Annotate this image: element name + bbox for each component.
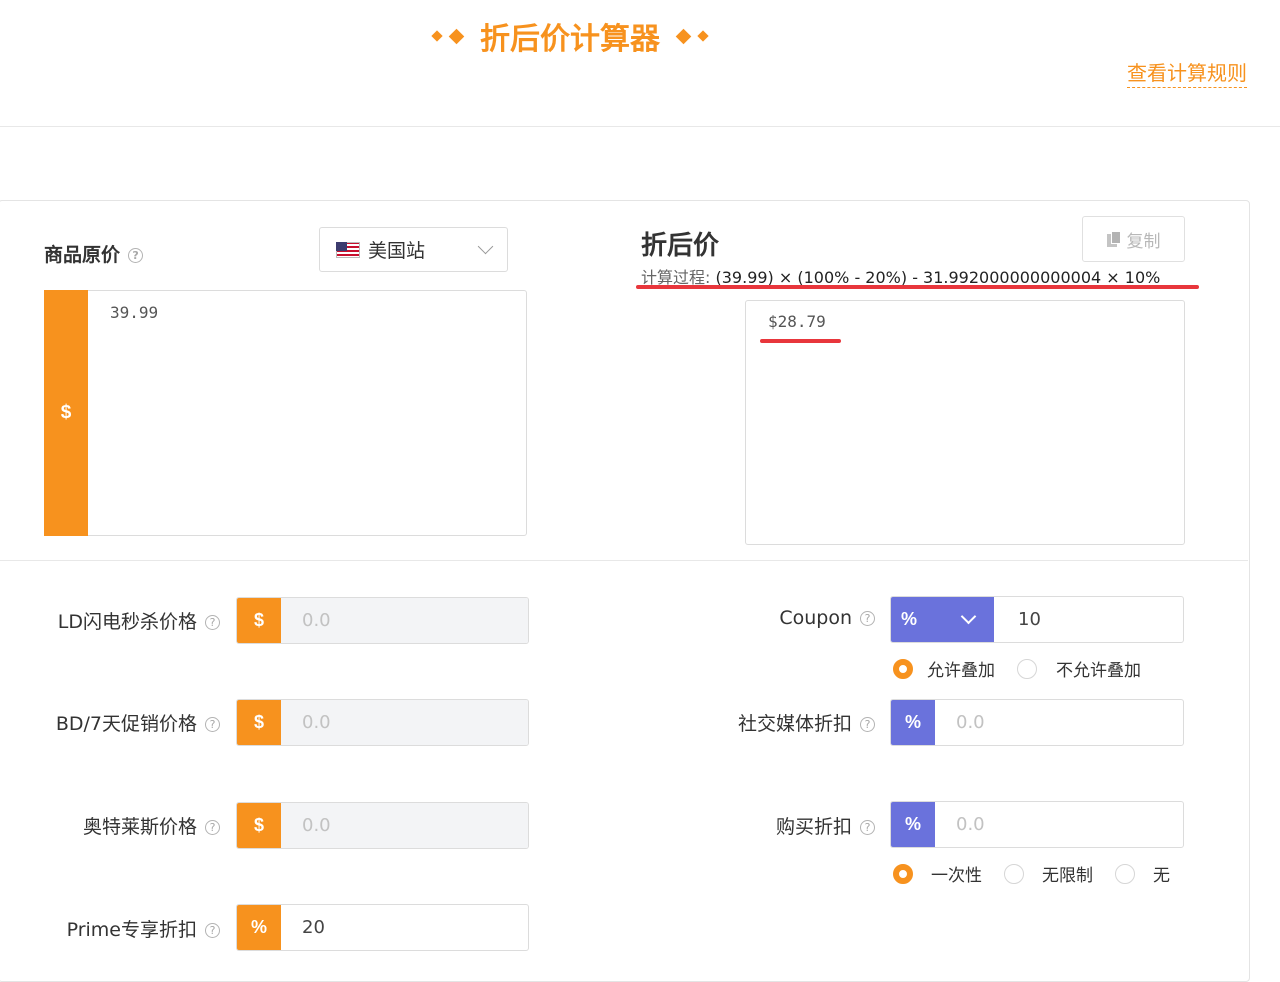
- discounted-price-value: $28.79: [768, 312, 826, 331]
- header-divider: [0, 126, 1280, 127]
- radio-unlimited[interactable]: 无限制: [1004, 861, 1093, 886]
- us-flag-icon: [336, 241, 360, 258]
- outlet-price-label-text: 奥特莱斯价格: [82, 816, 197, 838]
- purchase-discount-label-text: 购买折扣: [775, 816, 852, 838]
- radio-label: 允许叠加: [927, 661, 995, 681]
- ld-price-label: LD闪电秒杀价格?: [58, 607, 220, 634]
- original-price-value[interactable]: 39.99: [110, 303, 158, 322]
- price-highlight-underline: [760, 339, 841, 343]
- currency-prefix: $: [237, 803, 281, 848]
- bd-price-label-text: BD/7天促销价格: [55, 713, 197, 735]
- percent-prefix: %: [891, 802, 935, 847]
- page-title: 折后价计算器: [431, 14, 709, 58]
- radio-unselected-icon: [1017, 658, 1037, 679]
- prime-discount-input[interactable]: 20: [281, 905, 528, 950]
- original-price-input[interactable]: [44, 290, 527, 536]
- social-discount-input[interactable]: 0.0: [935, 700, 1183, 745]
- radio-label: 无: [1153, 866, 1170, 886]
- coupon-type-select[interactable]: %: [891, 597, 994, 642]
- page-title-text: 折后价计算器: [480, 22, 660, 57]
- outlet-price-label: 奥特莱斯价格?: [83, 812, 220, 839]
- marketplace-select[interactable]: 美国站: [319, 227, 508, 272]
- help-circle-icon[interactable]: ?: [860, 611, 875, 626]
- percent-prefix: %: [891, 700, 935, 745]
- marketplace-select-value: 美国站: [368, 240, 426, 262]
- percent-prefix: %: [237, 905, 281, 950]
- help-circle-icon[interactable]: ?: [205, 615, 220, 630]
- social-discount-label: 社交媒体折扣?: [738, 709, 875, 736]
- outlet-price-field[interactable]: $ 0.0: [236, 802, 529, 849]
- purchase-frequency-options: 一次性 无限制 无: [893, 861, 1170, 886]
- radio-label: 一次性: [931, 866, 982, 886]
- original-price-label: 商品原价?: [44, 240, 144, 267]
- radio-allow-stack[interactable]: 允许叠加: [893, 656, 995, 681]
- outlet-price-input[interactable]: 0.0: [281, 803, 528, 848]
- purchase-discount-field[interactable]: % 0.0: [890, 801, 1184, 848]
- result-output-box[interactable]: [745, 300, 1185, 545]
- social-discount-field[interactable]: % 0.0: [890, 699, 1184, 746]
- coupon-type-value: %: [901, 609, 918, 629]
- diamond-right-icon: [675, 28, 709, 44]
- radio-one-time[interactable]: 一次性: [893, 861, 982, 886]
- bd-price-input[interactable]: 0.0: [281, 700, 528, 745]
- radio-none[interactable]: 无: [1115, 861, 1170, 886]
- help-circle-icon[interactable]: ?: [128, 248, 144, 263]
- copy-icon: [1106, 231, 1121, 247]
- ld-price-field[interactable]: $ 0.0: [236, 597, 529, 644]
- purchase-discount-label: 购买折扣?: [776, 812, 875, 839]
- help-circle-icon[interactable]: ?: [205, 923, 220, 938]
- ld-price-input[interactable]: 0.0: [281, 598, 528, 643]
- radio-selected-icon: [893, 658, 913, 679]
- radio-disallow-stack[interactable]: 不允许叠加: [1017, 656, 1141, 681]
- coupon-label-text: Coupon: [779, 607, 852, 629]
- radio-selected-icon: [893, 863, 913, 884]
- prime-discount-label-text: Prime专享折扣: [66, 919, 197, 941]
- help-circle-icon[interactable]: ?: [860, 717, 875, 732]
- help-circle-icon[interactable]: ?: [205, 820, 220, 835]
- bd-price-field[interactable]: $ 0.0: [236, 699, 529, 746]
- card-divider: [0, 560, 1248, 561]
- view-rules-link[interactable]: 查看计算规则: [1127, 57, 1247, 88]
- radio-unselected-icon: [1004, 863, 1024, 884]
- radio-unselected-icon: [1115, 863, 1135, 884]
- coupon-field[interactable]: % 10: [890, 596, 1184, 643]
- ld-price-label-text: LD闪电秒杀价格: [57, 611, 197, 633]
- purchase-discount-input[interactable]: 0.0: [935, 802, 1183, 847]
- currency-prefix: $: [237, 598, 281, 643]
- coupon-stack-options: 允许叠加 不允许叠加: [893, 656, 1141, 681]
- chevron-down-icon: [960, 608, 977, 625]
- prime-discount-field[interactable]: % 20: [236, 904, 529, 951]
- result-title: 折后价: [641, 231, 720, 261]
- coupon-input[interactable]: 10: [994, 597, 1183, 642]
- currency-prefix: $: [44, 290, 88, 536]
- coupon-label: Coupon?: [779, 607, 875, 629]
- radio-label: 不允许叠加: [1056, 661, 1141, 681]
- social-discount-label-text: 社交媒体折扣: [737, 713, 852, 735]
- copy-button[interactable]: 复制: [1082, 216, 1185, 262]
- chevron-down-icon: [477, 238, 494, 255]
- header: 折后价计算器: [0, 14, 1140, 58]
- currency-prefix: $: [237, 700, 281, 745]
- help-circle-icon[interactable]: ?: [205, 717, 220, 732]
- diamond-left-icon: [431, 28, 465, 44]
- bd-price-label: BD/7天促销价格?: [56, 709, 220, 736]
- copy-button-label: 复制: [1126, 231, 1161, 252]
- prime-discount-label: Prime专享折扣?: [67, 915, 220, 942]
- help-circle-icon[interactable]: ?: [860, 820, 875, 835]
- radio-label: 无限制: [1042, 866, 1093, 886]
- original-price-label-text: 商品原价: [44, 244, 121, 266]
- formula-highlight-underline: [636, 285, 1199, 289]
